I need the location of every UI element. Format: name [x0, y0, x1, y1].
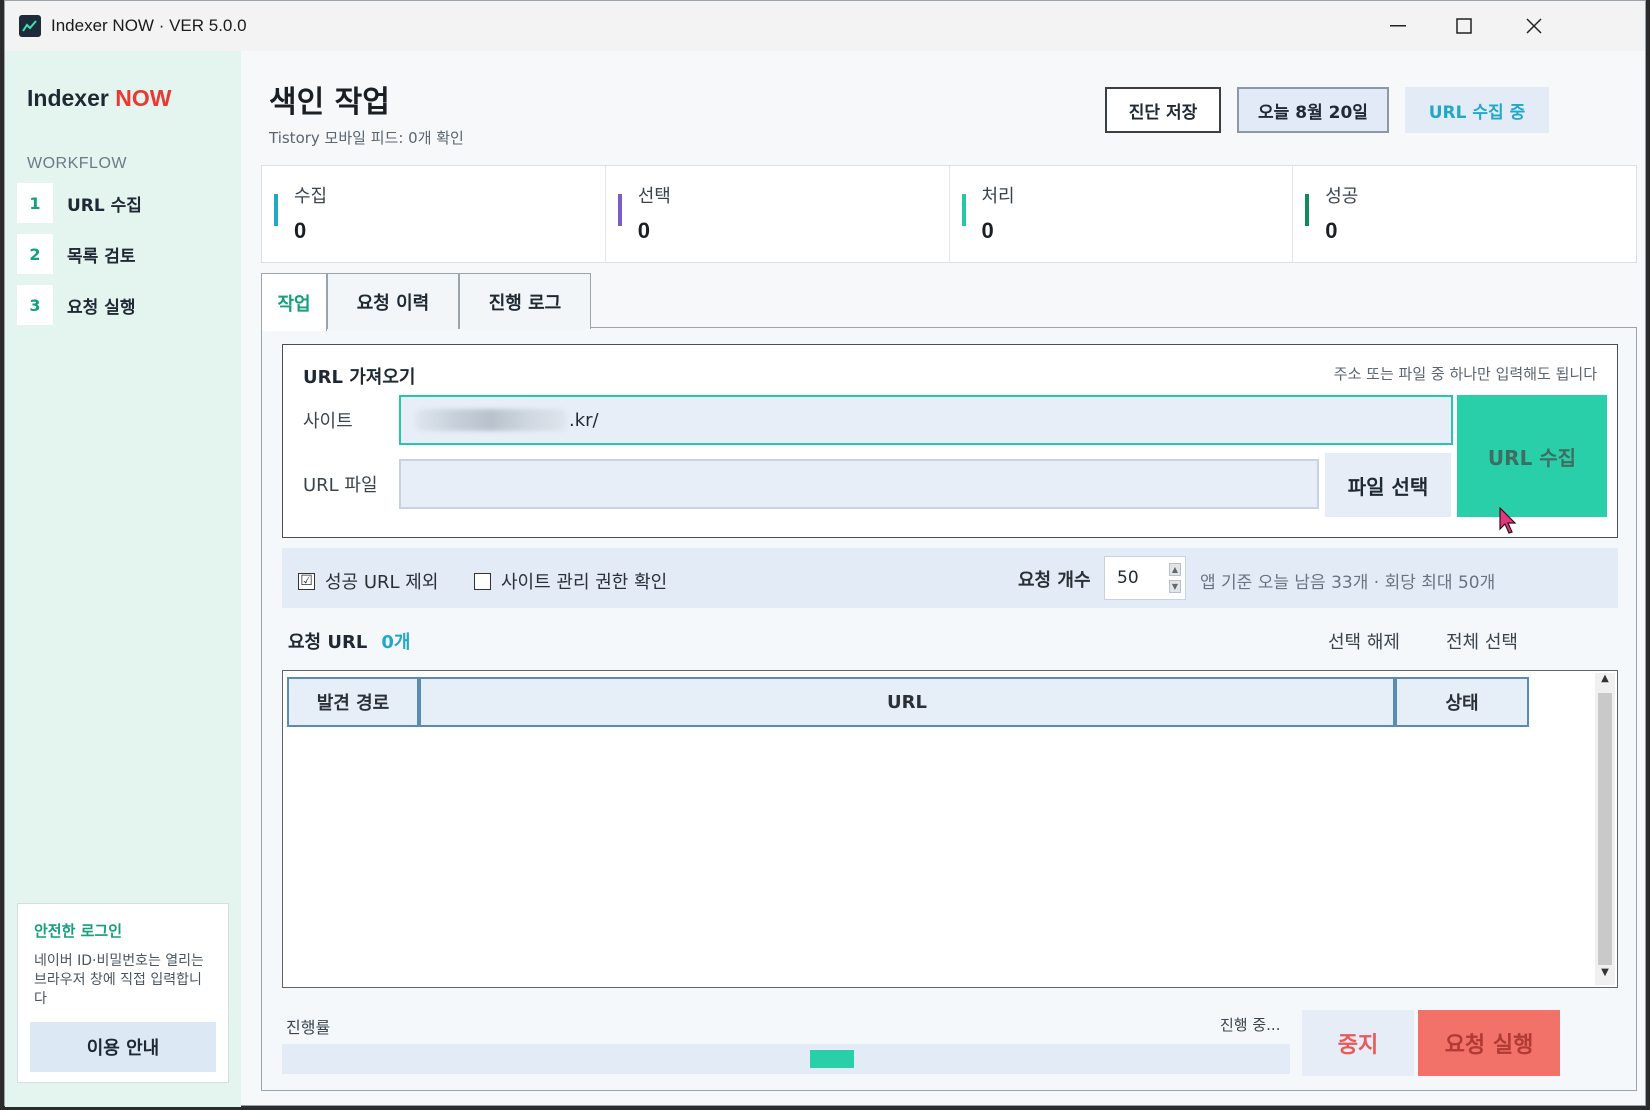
file-select-button[interactable]: 파일 선택: [1325, 453, 1451, 517]
sidebar-item-url-collect[interactable]: 1 URL 수집: [17, 183, 237, 223]
sidebar-item-label: URL 수집: [67, 195, 142, 216]
stat-collected: 수집 0: [262, 166, 606, 262]
column-header-path[interactable]: 발견 경로: [287, 677, 419, 727]
checkbox-label: 성공 URL 제외: [325, 572, 439, 593]
stop-button[interactable]: 중지: [1302, 1010, 1414, 1076]
request-url-table[interactable]: 발견 경로 URL 상태 ▲ ▼: [282, 670, 1618, 988]
stat-value: 0: [981, 218, 994, 243]
maximize-button[interactable]: [1431, 1, 1497, 51]
step-number: 3: [17, 285, 53, 325]
url-collect-button[interactable]: URL 수집: [1457, 395, 1607, 517]
stat-indicator: [617, 194, 622, 226]
stepper-up-icon[interactable]: ▲: [1169, 563, 1181, 576]
fetch-hint: 주소 또는 파일 중 하나만 입력해도 됩니다: [1333, 365, 1597, 383]
stat-indicator: [274, 194, 278, 226]
window-title: Indexer NOW · VER 5.0.0: [51, 16, 247, 35]
page-subtitle: Tistory 모바일 피드: 0개 확인: [269, 129, 464, 147]
safe-login-card: 안전한 로그인 네이버 ID·비밀번호는 열리는 브라우저 창에 직접 입력합니…: [17, 903, 229, 1083]
deselect-button[interactable]: 선택 해제: [1328, 628, 1400, 654]
app-window: Indexer NOW · VER 5.0.0 Indexer NOW WORK…: [4, 0, 1646, 1107]
app-chart-icon: [19, 15, 41, 37]
exclude-success-checkbox[interactable]: ☑ 성공 URL 제외: [298, 568, 438, 594]
stepper-arrows[interactable]: ▲ ▼: [1169, 563, 1181, 593]
sidebar-item-list-review[interactable]: 2 목록 검토: [17, 234, 237, 274]
tab-work[interactable]: 작업: [261, 273, 327, 331]
page-title: 색인 작업: [269, 85, 390, 120]
tab-request-history[interactable]: 요청 이력: [327, 273, 459, 329]
request-count-stepper[interactable]: 50 ▲ ▼: [1104, 556, 1186, 600]
stat-label: 선택: [637, 186, 671, 207]
url-fetch-box: URL 가져오기 주소 또는 파일 중 하나만 입력해도 됩니다 사이트 .kr…: [282, 344, 1618, 538]
scroll-up-icon[interactable]: ▲: [1595, 673, 1615, 691]
stat-value: 0: [294, 218, 307, 243]
tab-progress-log[interactable]: 진행 로그: [459, 273, 591, 329]
scroll-thumb[interactable]: [1598, 693, 1612, 965]
stat-label: 성공: [1325, 186, 1359, 207]
select-all-button[interactable]: 전체 선택: [1446, 628, 1518, 654]
column-header-url[interactable]: URL: [419, 677, 1395, 727]
redacted-domain: [415, 409, 567, 431]
stepper-down-icon[interactable]: ▼: [1169, 580, 1181, 593]
stat-label: 처리: [981, 186, 1015, 207]
site-input[interactable]: .kr/: [399, 395, 1453, 445]
site-input-value: .kr/: [569, 409, 599, 431]
work-panel: URL 가져오기 주소 또는 파일 중 하나만 입력해도 됩니다 사이트 .kr…: [261, 327, 1637, 1091]
stat-indicator: [1305, 194, 1310, 226]
login-card-description: 네이버 ID·비밀번호는 열리는 브라우저 창에 직접 입력합니다: [34, 953, 204, 1007]
title-bar: Indexer NOW · VER 5.0.0: [5, 1, 1645, 51]
scroll-down-icon[interactable]: ▼: [1595, 967, 1615, 985]
stat-processed: 처리 0: [950, 166, 1294, 262]
sidebar-item-label: 요청 실행: [67, 297, 136, 318]
brand-logo: Indexer NOW: [27, 85, 171, 112]
url-file-input[interactable]: [399, 459, 1319, 509]
stat-indicator: [961, 194, 966, 226]
stat-value: 0: [1325, 218, 1338, 243]
stat-value: 0: [637, 218, 650, 243]
workflow-label: WORKFLOW: [27, 155, 127, 172]
url-file-label: URL 파일: [303, 475, 378, 496]
run-request-button[interactable]: 요청 실행: [1418, 1010, 1560, 1076]
list-count: 0개: [381, 632, 411, 653]
quota-text: 앱 기준 오늘 남음 33개 · 회당 최대 50개: [1200, 573, 1496, 593]
stat-label: 수집: [294, 186, 328, 207]
login-card-title: 안전한 로그인: [34, 922, 123, 940]
status-badge: URL 수집 중: [1405, 87, 1549, 133]
minimize-button[interactable]: [1365, 1, 1431, 51]
request-url-title: 요청 URL 0개: [288, 628, 410, 654]
progress-label: 진행률: [286, 1018, 331, 1037]
close-button[interactable]: [1501, 1, 1567, 51]
checkbox-label: 사이트 관리 권한 확인: [501, 572, 668, 593]
progress-status: 진행 중...: [1220, 1016, 1281, 1034]
today-date-button[interactable]: 오늘 8월 20일: [1237, 87, 1389, 133]
sidebar-item-label: 목록 검토: [67, 246, 136, 267]
step-number: 2: [17, 234, 53, 274]
sidebar: Indexer NOW WORKFLOW 1 URL 수집 2 목록 검토 3 …: [5, 51, 241, 1107]
site-label: 사이트: [303, 411, 353, 432]
checkbox-empty-icon: [474, 572, 491, 590]
checkbox-checked-icon: ☑: [298, 572, 315, 590]
options-bar: ☑ 성공 URL 제외 사이트 관리 권한 확인 요청 개수 50 ▲ ▼ 앱 …: [282, 548, 1618, 608]
stat-success: 성공 0: [1293, 166, 1636, 262]
list-title-text: 요청 URL: [288, 632, 368, 653]
step-number: 1: [17, 183, 53, 223]
progress-bar: [282, 1044, 1290, 1074]
progress-indicator: [810, 1050, 854, 1068]
brand-accent: NOW: [115, 85, 172, 111]
column-header-status[interactable]: 상태: [1395, 677, 1529, 727]
stats-bar: 수집 0 선택 0 처리 0 성공 0: [261, 165, 1637, 263]
table-scrollbar[interactable]: ▲ ▼: [1595, 673, 1615, 985]
stat-selected: 선택 0: [606, 166, 950, 262]
check-admin-checkbox[interactable]: 사이트 관리 권한 확인: [474, 568, 667, 594]
brand-main: Indexer: [27, 85, 109, 111]
request-count-label: 요청 개수: [1018, 570, 1091, 591]
usage-guide-button[interactable]: 이용 안내: [30, 1022, 216, 1072]
sidebar-item-request-run[interactable]: 3 요청 실행: [17, 285, 237, 325]
save-diagnostics-button[interactable]: 진단 저장: [1105, 87, 1221, 133]
mouse-cursor-icon: [1499, 507, 1517, 534]
request-count-value: 50: [1117, 568, 1139, 588]
fetch-title: URL 가져오기: [303, 367, 416, 388]
